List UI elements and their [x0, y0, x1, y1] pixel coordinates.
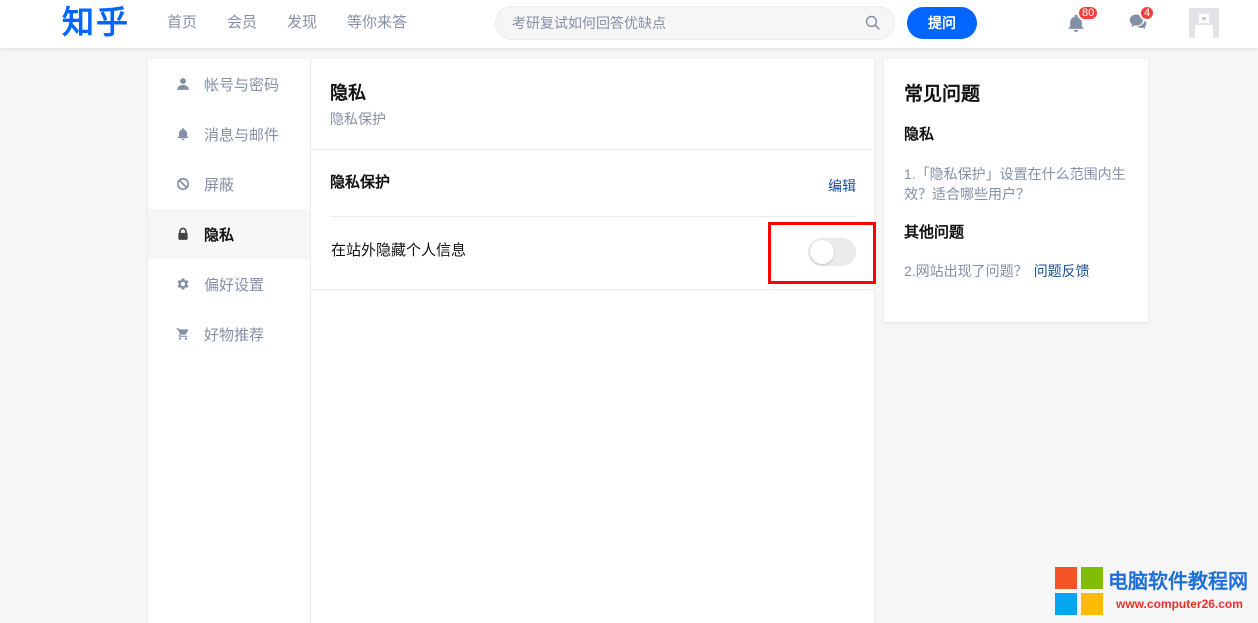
- search-input[interactable]: [496, 7, 856, 39]
- section-header: 隐私保护 编辑: [330, 150, 856, 216]
- zhihu-logo[interactable]: 知乎: [62, 5, 130, 39]
- settings-sidebar: 帐号与密码 消息与邮件 屏蔽 隐私 偏好设置 好物推荐: [148, 59, 311, 623]
- faq-group-heading-privacy: 隐私: [904, 126, 935, 143]
- sidebar-item-label: 消息与邮件: [204, 126, 280, 144]
- faq-title: 常见问题: [904, 84, 981, 105]
- cart-icon: [176, 327, 190, 341]
- nav-item-waiting-answers[interactable]: 等你来答: [347, 12, 407, 34]
- watermark-url: www.computer26.com: [1116, 597, 1243, 611]
- section-title: 隐私保护: [330, 174, 391, 191]
- settings-main: 隐私 隐私保护 隐私保护 编辑 在站外隐藏个人信息: [311, 59, 874, 623]
- windows-logo-icon: [1055, 567, 1103, 615]
- faq-group-heading-other: 其他问题: [904, 224, 965, 241]
- nav-item-discover[interactable]: 发现: [287, 12, 317, 34]
- sidebar-item-label: 隐私: [204, 226, 235, 244]
- watermark-title: 电脑软件教程网: [1108, 571, 1248, 593]
- sidebar-item-recommendations[interactable]: 好物推荐: [148, 309, 310, 359]
- nav-item-membership[interactable]: 会员: [227, 12, 257, 34]
- sidebar-item-account-password[interactable]: 帐号与密码: [148, 59, 310, 109]
- faq-item-privacy-scope[interactable]: 1.「隐私保护」设置在什么范围内生效？适合哪些用户？: [904, 164, 1128, 204]
- sidebar-item-label: 偏好设置: [204, 276, 265, 294]
- main-nav: 首页 会员 发现 等你来答: [167, 0, 437, 46]
- setting-label: 在站外隐藏个人信息: [331, 242, 467, 259]
- page-title: 隐私: [330, 83, 366, 103]
- ask-question-button[interactable]: 提问: [907, 7, 977, 39]
- sidebar-item-label: 好物推荐: [204, 326, 265, 344]
- messages-badge: 4: [1139, 5, 1156, 21]
- top-header: 知乎 首页 会员 发现 等你来答 提问 80 4: [0, 0, 1258, 48]
- page-subtitle: 隐私保护: [330, 111, 386, 127]
- nav-item-home[interactable]: 首页: [167, 12, 197, 34]
- sidebar-item-preferences[interactable]: 偏好设置: [148, 259, 310, 309]
- sidebar-item-block[interactable]: 屏蔽: [148, 159, 310, 209]
- sidebar-item-label: 屏蔽: [204, 176, 235, 194]
- page-header: 隐私 隐私保护: [311, 59, 874, 150]
- search-icon[interactable]: [864, 14, 881, 31]
- edit-link[interactable]: 编辑: [828, 176, 856, 196]
- notifications-badge: 80: [1077, 5, 1100, 21]
- feedback-link[interactable]: 问题反馈: [1034, 263, 1090, 279]
- sidebar-item-label: 帐号与密码: [204, 76, 280, 94]
- bell-icon: [176, 127, 190, 141]
- gear-icon: [176, 277, 190, 291]
- sidebar-item-messages-email[interactable]: 消息与邮件: [148, 109, 310, 159]
- faq-item-text: 2.网站出现了问题？: [904, 263, 1028, 279]
- sidebar-item-privacy[interactable]: 隐私: [148, 209, 310, 259]
- user-icon: [176, 77, 190, 91]
- settings-card: 帐号与密码 消息与邮件 屏蔽 隐私 偏好设置 好物推荐 隐私 隐私保护 隐私保护…: [148, 59, 874, 623]
- faq-panel: 常见问题 隐私 1.「隐私保护」设置在什么范围内生效？适合哪些用户？ 其他问题 …: [884, 59, 1148, 322]
- highlight-box: [768, 222, 876, 284]
- block-icon: [176, 177, 190, 191]
- lock-icon: [176, 227, 190, 241]
- search-box: [495, 6, 895, 40]
- avatar[interactable]: [1189, 8, 1219, 38]
- faq-item-site-problem: 2.网站出现了问题？ 问题反馈: [904, 261, 1128, 281]
